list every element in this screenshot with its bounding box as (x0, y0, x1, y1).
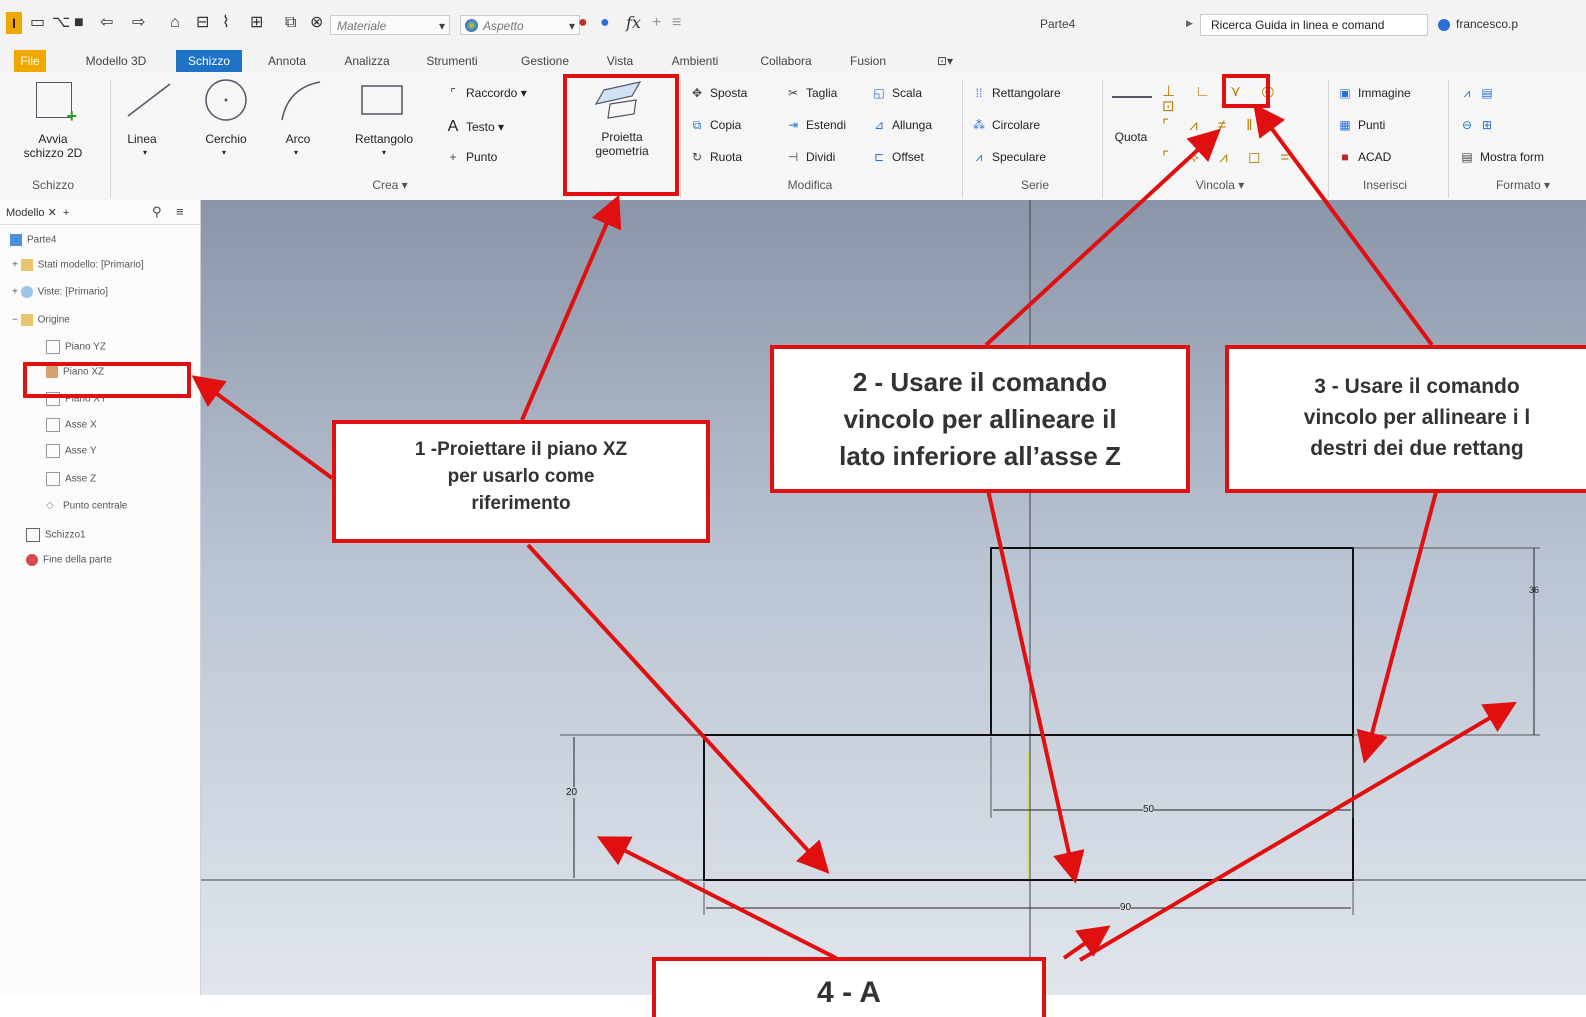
dimension-36-label[interactable]: 36 (1529, 585, 1539, 595)
top-rectangle (990, 547, 1354, 736)
callout-2-line-2: vincolo per allineare il (843, 404, 1117, 434)
callout-2-line-1: 2 - Usare il comando (852, 367, 1108, 397)
dimension-50-label[interactable]: 50 (1143, 804, 1155, 815)
sketch-drawing (191, 103, 1586, 995)
callout-2-line-3: lato inferiore all’asse Z (839, 441, 1121, 471)
callout-step-3: 3 - Usare il comando vincolo per allinea… (1225, 345, 1586, 493)
callout-step-2: 2 - Usare il comando vincolo per allinea… (770, 345, 1190, 493)
highlight-project-geometry (563, 74, 679, 196)
highlight-constraint (1222, 74, 1270, 108)
callout-3-line-3: destri dei due rettang (1310, 437, 1524, 460)
callout-1-line-1: 1 -Proiettare il piano XZ (414, 439, 628, 460)
callout-step-1: 1 -Proiettare il piano XZ per usarlo com… (332, 420, 710, 543)
callout-step-4: 4 - A (652, 957, 1046, 1017)
callout-1-line-2: per usarlo come (447, 466, 595, 487)
dimension-20-label[interactable]: 20 (566, 787, 578, 798)
dimension-90-label[interactable]: 90 (1120, 902, 1132, 913)
callout-3-line-1: 3 - Usare il comando (1314, 375, 1520, 398)
highlight-plane-xz (23, 362, 191, 398)
callout-3-line-2: vincolo per allineare i l (1303, 406, 1531, 429)
callout-1-line-3: riferimento (471, 493, 571, 514)
